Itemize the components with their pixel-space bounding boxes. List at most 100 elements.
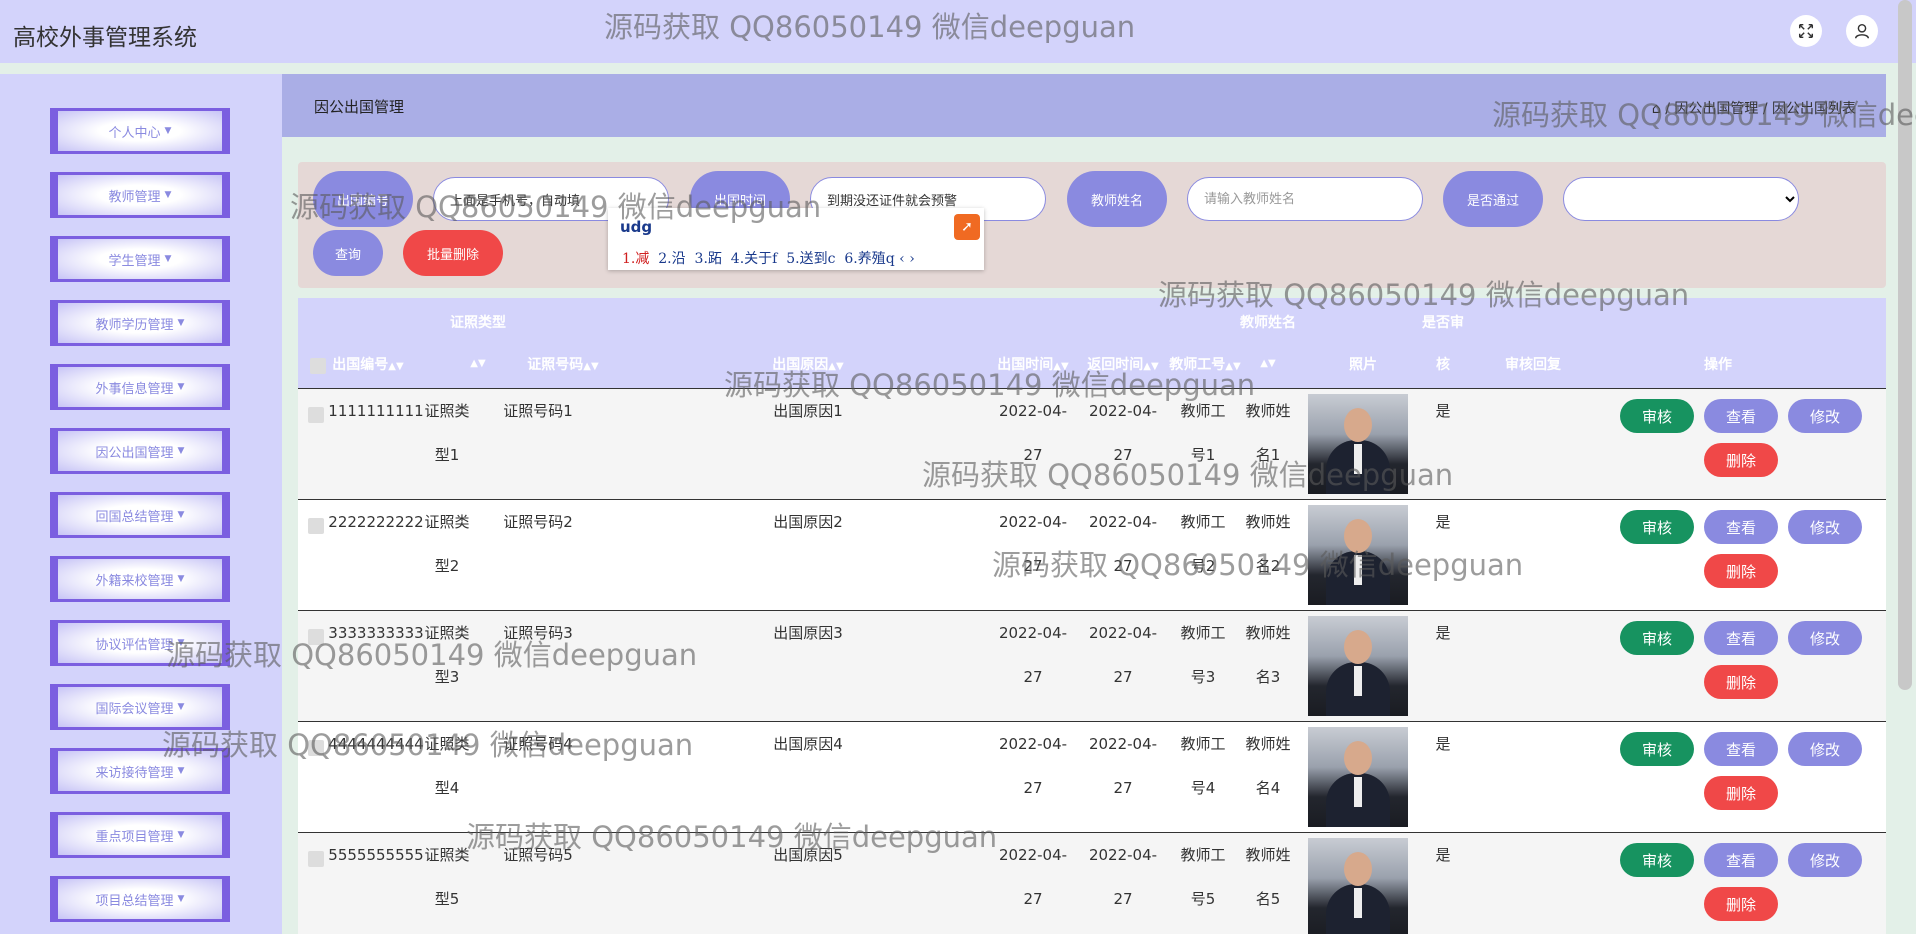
cell-return-time-2: 27 [1113, 557, 1133, 575]
delete-button[interactable]: 删除 [1704, 776, 1778, 810]
sidebar-item-label: 学生管理 [108, 253, 161, 269]
edit-button[interactable]: 修改 [1788, 732, 1862, 766]
query-button[interactable]: 查询 [313, 230, 383, 276]
select-all-checkbox[interactable] [310, 358, 326, 374]
sidebar-item-intl-meeting[interactable]: 国际会议管理 ▼ [50, 684, 230, 730]
cell-go-time: 2022-04- [998, 402, 1068, 420]
table-row: 1111111111 证照类 型1 证照号码1 出国原因1 2022-04- 2… [298, 388, 1886, 499]
sidebar-item-foreign-visit[interactable]: 外籍来校管理 ▼ [50, 556, 230, 602]
cell-teacher-name-2: 名1 [1255, 446, 1281, 464]
sidebar-item-key-project[interactable]: 重点项目管理 ▼ [50, 812, 230, 858]
ime-logo-icon: ➚ [954, 214, 980, 240]
cell-type: 证照类 [424, 402, 470, 420]
ime-candidate[interactable]: 1.减 [622, 251, 649, 267]
view-button[interactable]: 查看 [1704, 732, 1778, 766]
ime-candidate[interactable]: 3.跖 [695, 251, 722, 267]
cell-go-time-2: 27 [1023, 668, 1043, 686]
view-button[interactable]: 查看 [1704, 399, 1778, 433]
cell-cert: 证照号码5 [503, 846, 573, 864]
cell-audit: 是 [1435, 846, 1451, 864]
ime-candidate[interactable]: 2.沿 [658, 251, 685, 267]
sort-icon: ▲▼ [1225, 361, 1241, 372]
sidebar-item-official-abroad[interactable]: 因公出国管理 ▼ [50, 428, 230, 474]
view-button[interactable]: 查看 [1704, 510, 1778, 544]
fullscreen-button[interactable] [1790, 15, 1822, 47]
sidebar-item-return-summary[interactable]: 回国总结管理 ▼ [50, 492, 230, 538]
sidebar-item-personal-center[interactable]: 个人中心 ▼ [50, 108, 230, 154]
sidebar-item-teacher-education[interactable]: 教师学历管理 ▼ [50, 300, 230, 346]
caret-down-icon: ▼ [177, 702, 185, 712]
sidebar-item-reception[interactable]: 来访接待管理 ▼ [50, 748, 230, 794]
cell-return-time-2: 27 [1113, 446, 1133, 464]
caret-down-icon: ▼ [177, 446, 185, 456]
review-button[interactable]: 审核 [1620, 399, 1694, 433]
col-header-cert[interactable]: 证照号码▲▼ [518, 354, 608, 374]
user-icon [1854, 23, 1870, 39]
delete-button[interactable]: 删除 [1704, 887, 1778, 921]
table-row: 4444444444 证照类 型4 证照号码4 出国原因4 2022-04- 2… [298, 721, 1886, 832]
cell-go-time: 2022-04- [998, 624, 1068, 642]
sidebar-item-agreement-eval[interactable]: 协议评估管理 ▼ [50, 620, 230, 666]
review-button[interactable]: 审核 [1620, 510, 1694, 544]
page-scrollbar[interactable] [1898, 0, 1912, 690]
cell-type: 证照类 [424, 846, 470, 864]
page-title: 因公出国管理 [314, 98, 405, 116]
ime-candidate[interactable]: 5.送到c [786, 251, 835, 267]
teacher-photo [1308, 505, 1408, 605]
search-label-audit: 是否通过 [1443, 171, 1543, 227]
ime-candidate[interactable]: 6.养殖q [844, 251, 894, 267]
sidebar-item-label: 协议评估管理 [95, 637, 174, 653]
row-checkbox[interactable] [308, 518, 324, 534]
col-header-reason[interactable]: 出国原因▲▼ [748, 354, 868, 374]
sort-icon: ▲▼ [1053, 361, 1069, 372]
batch-delete-button[interactable]: 批量删除 [403, 230, 503, 276]
row-checkbox[interactable] [308, 407, 324, 423]
delete-button[interactable]: 删除 [1704, 554, 1778, 588]
col-header-no[interactable]: 出国编号▲▼ [328, 354, 408, 374]
chevron-right-icon[interactable]: › [909, 251, 915, 267]
sort-icon: ▲▼ [1143, 361, 1159, 372]
col-header-photo: 照片 [1349, 357, 1377, 373]
sidebar-item-student[interactable]: 学生管理 ▼ [50, 236, 230, 282]
user-button[interactable] [1846, 15, 1878, 47]
cell-cert: 证照号码2 [503, 513, 573, 531]
edit-button[interactable]: 修改 [1788, 843, 1862, 877]
view-button[interactable]: 查看 [1704, 843, 1778, 877]
delete-button[interactable]: 删除 [1704, 443, 1778, 477]
ime-candidate[interactable]: 4.关于f [731, 251, 778, 267]
sort-icon[interactable]: ▲▼ [466, 354, 490, 370]
search-teacher-input[interactable] [1187, 177, 1423, 221]
sidebar: 个人中心 ▼ 教师管理 ▼ 学生管理 ▼ 教师学历管理 ▼ 外事信息管理 ▼ 因公出国管理… [0, 74, 282, 934]
table-header: 出国编号▲▼ 证照类型 ▲▼ 证照号码▲▼ 出国原因▲▼ 出国时间▲▼ 返回时间… [298, 298, 1886, 388]
cell-teacher-name: 教师姓 [1245, 735, 1291, 753]
sidebar-item-teacher[interactable]: 教师管理 ▼ [50, 172, 230, 218]
col-header-teacher-id[interactable]: 教师工号▲▼ [1160, 354, 1250, 374]
review-button[interactable]: 审核 [1620, 843, 1694, 877]
view-button[interactable]: 查看 [1704, 621, 1778, 655]
cell-cert: 证照号码3 [503, 624, 573, 642]
delete-button[interactable]: 删除 [1704, 665, 1778, 699]
row-checkbox[interactable] [308, 740, 324, 756]
col-header-go-time[interactable]: 出国时间▲▼ [988, 354, 1078, 374]
row-checkbox[interactable] [308, 851, 324, 867]
cell-teacher-name: 教师姓 [1245, 402, 1291, 420]
col-header-return-time[interactable]: 返回时间▲▼ [1078, 354, 1168, 374]
row-checkbox[interactable] [308, 629, 324, 645]
expand-icon [1798, 23, 1814, 39]
top-header: 高校外事管理系统 [0, 0, 1916, 63]
sidebar-item-foreign-affairs[interactable]: 外事信息管理 ▼ [50, 364, 230, 410]
breadcrumb[interactable]: ⌂ / 因公出国管理 / 因公出国列表 [1652, 98, 1856, 118]
edit-button[interactable]: 修改 [1788, 399, 1862, 433]
sidebar-item-project-summary[interactable]: 项目总结管理 ▼ [50, 876, 230, 922]
col-header-audit: 是否审 [1422, 315, 1464, 331]
review-button[interactable]: 审核 [1620, 621, 1694, 655]
edit-button[interactable]: 修改 [1788, 621, 1862, 655]
cell-go-time-2: 27 [1023, 446, 1043, 464]
sort-icon[interactable]: ▲▼ [1256, 354, 1280, 370]
audit-select[interactable] [1563, 177, 1799, 221]
table-row: 5555555555 证照类 型5 证照号码5 出国原因5 2022-04- 2… [298, 832, 1886, 934]
chevron-left-icon[interactable]: ‹ [899, 251, 905, 267]
review-button[interactable]: 审核 [1620, 732, 1694, 766]
edit-button[interactable]: 修改 [1788, 510, 1862, 544]
cell-type-2: 型3 [434, 668, 460, 686]
